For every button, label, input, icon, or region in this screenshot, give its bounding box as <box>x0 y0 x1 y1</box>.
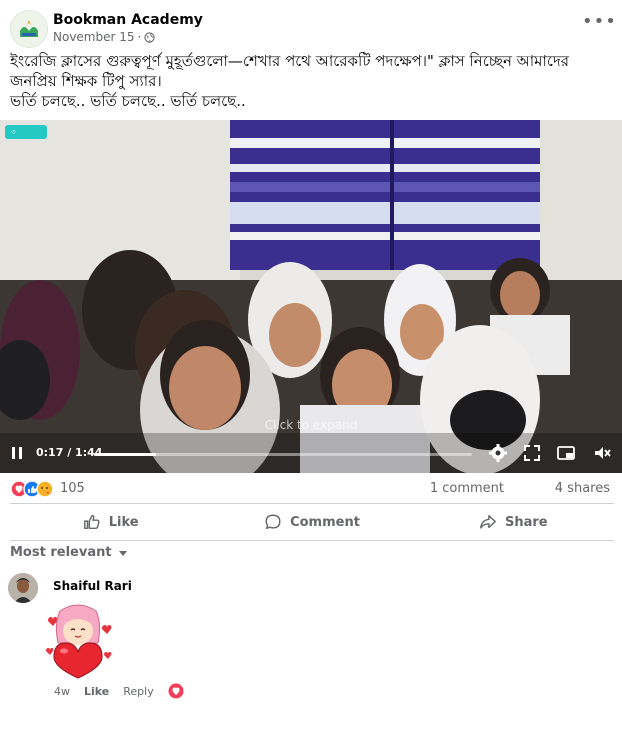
comment-sort-label: Most relevant <box>10 545 112 560</box>
like-button[interactable]: Like <box>10 506 211 538</box>
mute-icon[interactable] <box>592 443 612 463</box>
comment-sort-dropdown[interactable]: Most relevant <box>10 545 128 560</box>
fullscreen-icon[interactable] <box>522 443 542 463</box>
shares-count[interactable]: 4 shares <box>555 481 610 496</box>
caption-line-1: ইংরেজি ক্লাসের গুরুত্বপূর্ণ মুহূর্তগুলো—… <box>10 52 570 90</box>
video-player[interactable]: ৩ Click to expand 0:17 / 1:44 <box>0 120 622 473</box>
comment-label: Comment <box>290 514 360 530</box>
post-caption: ইংরেজি ক্লাসের গুরুত্বপূর্ণ মুহূর্তগুলো—… <box>10 51 612 111</box>
love-reaction-icon[interactable] <box>168 683 184 699</box>
reaction-count[interactable]: 105 <box>60 481 85 496</box>
divider-bottom <box>10 540 614 541</box>
post-meta: November 15 · <box>53 30 155 44</box>
page-avatar[interactable] <box>10 10 48 48</box>
comment-bubble-icon <box>265 514 281 530</box>
post-stats: 105 1 comment 4 shares <box>10 478 614 500</box>
more-options-icon[interactable]: ••• <box>582 12 616 38</box>
video-badge: ৩ <box>5 125 47 139</box>
share-button[interactable]: Share <box>413 506 614 538</box>
reaction-icons[interactable] <box>10 480 60 498</box>
comment-like-link[interactable]: Like <box>84 685 109 698</box>
post-date[interactable]: November 15 <box>53 30 135 44</box>
post-actions: Like Comment Share <box>10 506 614 538</box>
share-label: Share <box>505 514 548 530</box>
caret-down-icon <box>118 550 127 556</box>
divider-top <box>10 503 614 504</box>
share-arrow-icon <box>480 514 496 529</box>
thumbs-up-icon <box>83 514 100 530</box>
video-controls: 0:17 / 1:44 <box>0 433 622 473</box>
picture-in-picture-icon[interactable] <box>556 443 576 463</box>
commenter-name[interactable]: Shaiful Rari <box>53 579 132 593</box>
pause-icon[interactable] <box>10 445 24 461</box>
click-to-expand-hint[interactable]: Click to expand <box>0 418 622 432</box>
settings-gear-icon[interactable] <box>488 443 508 463</box>
caption-line-2: ভর্তি চলছে.. ভর্তি চলছে.. ভর্তি চলছে.. <box>10 92 246 110</box>
video-progress-bar[interactable] <box>94 453 472 456</box>
meta-separator: · <box>137 30 142 44</box>
comment-item: Shaiful Rari 4w Like Reply <box>8 573 614 703</box>
like-label: Like <box>108 514 139 530</box>
video-time: 0:17 / 1:44 <box>36 446 103 459</box>
comment-reply-link[interactable]: Reply <box>123 685 153 698</box>
comment-age[interactable]: 4w <box>54 685 70 698</box>
commenter-avatar[interactable] <box>8 573 38 603</box>
comments-count[interactable]: 1 comment <box>430 481 504 496</box>
comment-footer: 4w Like Reply <box>54 683 184 699</box>
video-progress-fill <box>94 453 156 456</box>
heart-girl-sticker <box>46 604 112 679</box>
page-name[interactable]: Bookman Academy <box>53 12 203 28</box>
globe-icon <box>144 31 155 43</box>
post-header: Bookman Academy November 15 · ••• <box>8 8 616 48</box>
facebook-post: Bookman Academy November 15 · ••• ইংরেজি… <box>0 0 622 748</box>
comment-button[interactable]: Comment <box>211 506 412 538</box>
